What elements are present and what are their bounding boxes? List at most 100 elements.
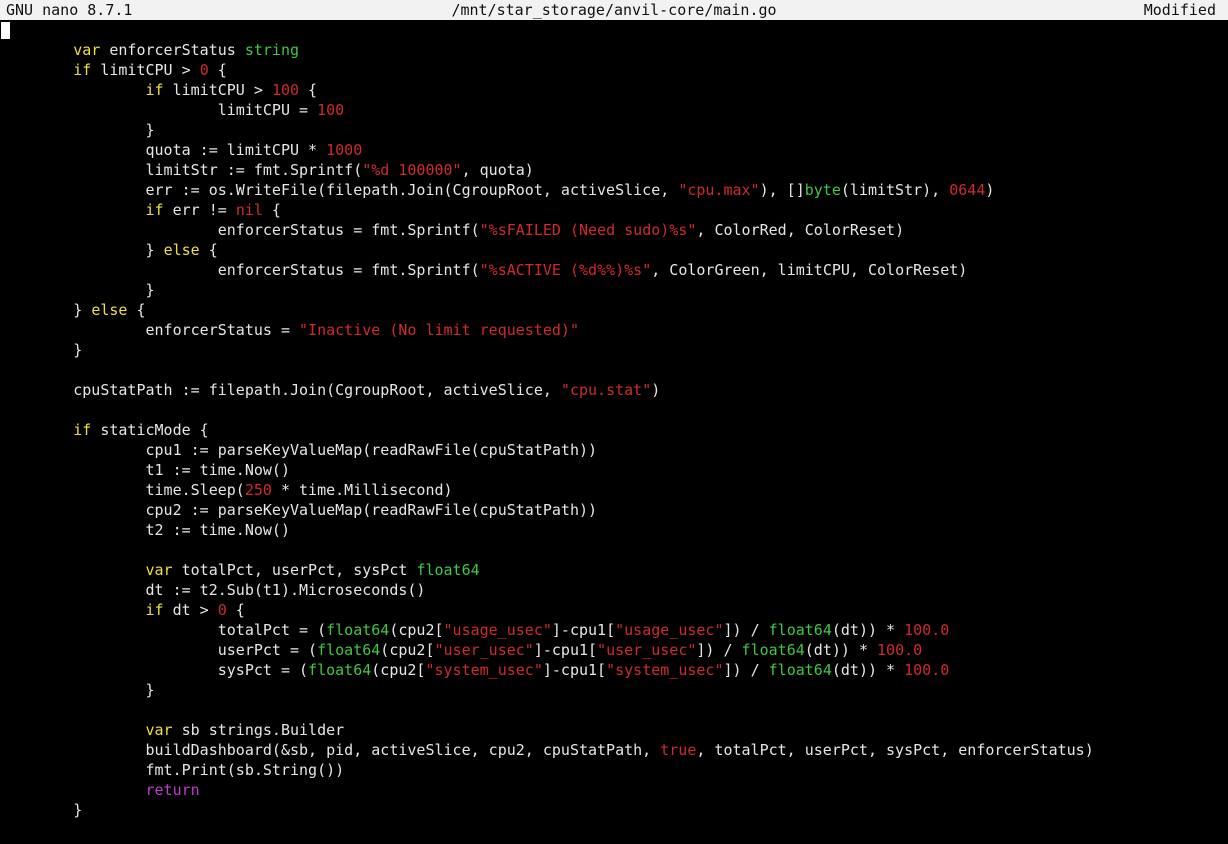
code-token: ]) / [723, 621, 769, 639]
code-token: } [1, 681, 155, 699]
code-token: userPct = ( [1, 641, 318, 659]
code-token: if [73, 421, 92, 439]
code-token: dt := t2.Sub(t1).Microseconds() [1, 581, 426, 599]
code-token: "%sACTIVE (%d%%)%s" [479, 261, 652, 279]
code-line[interactable]: userPct = (float64(cpu2["user_usec"]-cpu… [1, 640, 922, 660]
code-line[interactable]: if err != nil { [1, 200, 281, 220]
code-line[interactable]: } [1, 800, 82, 820]
code-token: enforcerStatus = fmt.Sprintf( [1, 261, 480, 279]
code-token: 100.0 [904, 661, 950, 679]
code-token: "system_usec" [425, 661, 543, 679]
code-line[interactable]: t1 := time.Now() [1, 460, 290, 480]
code-token: "user_usec" [434, 641, 534, 659]
code-token: sysPct = ( [1, 661, 309, 679]
code-token: string [244, 41, 300, 59]
code-line[interactable]: return [1, 780, 200, 800]
code-token: true [660, 741, 697, 759]
code-token: totalPct = ( [1, 621, 327, 639]
code-line[interactable]: var enforcerStatus string [1, 40, 299, 60]
code-line[interactable]: } else { [1, 240, 217, 260]
code-line[interactable]: sysPct = (float64(cpu2["system_usec"]-cp… [1, 660, 950, 680]
code-token: err != [163, 201, 236, 219]
code-line[interactable]: if dt > 0 { [1, 600, 245, 620]
code-line[interactable]: } else { [1, 300, 146, 320]
code-token: (cpu2[ [371, 661, 426, 679]
code-token: , quota) [461, 161, 534, 179]
code-line[interactable]: t2 := time.Now() [1, 520, 290, 540]
code-token: var [73, 41, 101, 59]
code-line[interactable]: } [1, 680, 155, 700]
code-line[interactable]: limitStr := fmt.Sprintf("%d 100000", quo… [1, 160, 534, 180]
code-line[interactable]: limitCPU = 100 [1, 100, 344, 120]
code-line[interactable]: fmt.Print(sb.String()) [1, 760, 344, 780]
code-token: float64 [416, 561, 480, 579]
code-line[interactable]: err := os.WriteFile(filepath.Join(Cgroup… [1, 180, 994, 200]
code-line[interactable]: } [1, 280, 155, 300]
code-token: } [1, 301, 92, 319]
code-line[interactable]: cpuStatPath := filepath.Join(CgroupRoot,… [1, 380, 660, 400]
code-line[interactable]: enforcerStatus = "Inactive (No limit req… [1, 320, 579, 340]
text-cursor [1, 22, 10, 39]
code-token: "usage_usec" [615, 621, 724, 639]
code-token: , ColorRed, ColorReset) [696, 221, 905, 239]
code-token: "cpu.stat" [560, 381, 652, 399]
code-token: 0 [199, 61, 209, 79]
modified-status: Modified [1143, 1, 1216, 19]
code-token: if [73, 61, 92, 79]
code-token: var [145, 561, 173, 579]
code-line[interactable]: time.Sleep(250 * time.Millisecond) [1, 480, 453, 500]
code-token: quota := limitCPU * [1, 141, 327, 159]
code-token: err := os.WriteFile(filepath.Join(Cgroup… [1, 181, 679, 199]
code-token: cpu1 := parseKeyValueMap(readRawFile(cpu… [1, 441, 598, 459]
code-line[interactable]: buildDashboard(&sb, pid, activeSlice, cp… [1, 740, 1094, 760]
code-line[interactable]: if limitCPU > 0 { [1, 60, 227, 80]
code-line[interactable]: cpu2 := parseKeyValueMap(readRawFile(cpu… [1, 500, 597, 520]
code-token: } [1, 281, 155, 299]
code-token: { [127, 301, 146, 319]
code-token: 100.0 [904, 621, 950, 639]
code-line[interactable]: var sb strings.Builder [1, 720, 345, 740]
editor-area[interactable]: var enforcerStatus string if limitCPU > … [0, 20, 1228, 844]
code-token: cpu2 := parseKeyValueMap(readRawFile(cpu… [1, 501, 598, 519]
code-token: "usage_usec" [443, 621, 552, 639]
code-line[interactable]: dt := t2.Sub(t1).Microseconds() [1, 580, 425, 600]
code-token: { [226, 601, 245, 619]
code-token: 1000 [326, 141, 363, 159]
code-token: limitCPU > [91, 61, 200, 79]
code-token: , ColorGreen, limitCPU, ColorReset) [651, 261, 968, 279]
code-token: time.Sleep( [1, 481, 245, 499]
code-token: { [208, 61, 227, 79]
code-line[interactable]: enforcerStatus = fmt.Sprintf("%sACTIVE (… [1, 260, 968, 280]
code-token: "cpu.max" [678, 181, 760, 199]
code-token: , totalPct, userPct, sysPct, enforcerSta… [696, 741, 1094, 759]
code-token: float64 [741, 641, 805, 659]
code-token: float64 [326, 621, 390, 639]
code-token: if [145, 81, 164, 99]
code-line[interactable]: } [1, 340, 82, 360]
code-token: float64 [768, 621, 832, 639]
code-token: 250 [244, 481, 272, 499]
code-token: 100 [317, 101, 345, 119]
file-path: /mnt/star_storage/anvil-core/main.go [451, 1, 777, 19]
code-token: (cpu2[ [380, 641, 435, 659]
code-token: (limitStr), [840, 181, 950, 199]
code-token: (dt)) * [804, 641, 878, 659]
code-token: buildDashboard(&sb, pid, activeSlice, cp… [1, 741, 661, 759]
code-token: nil [235, 201, 263, 219]
code-line[interactable]: enforcerStatus = fmt.Sprintf("%sFAILED (… [1, 220, 904, 240]
code-token: enforcerStatus [100, 41, 245, 59]
code-line[interactable]: totalPct = (float64(cpu2["usage_usec"]-c… [1, 620, 950, 640]
code-line[interactable]: quota := limitCPU * 1000 [1, 140, 362, 160]
code-token: 100 [271, 81, 300, 99]
code-line[interactable]: if staticMode { [1, 420, 208, 440]
code-line[interactable]: cpu1 := parseKeyValueMap(readRawFile(cpu… [1, 440, 597, 460]
code-token: * time.Millisecond) [271, 481, 453, 499]
code-line[interactable]: if limitCPU > 100 { [1, 80, 318, 100]
code-line[interactable]: } [1, 120, 154, 140]
code-line[interactable]: var totalPct, userPct, sysPct float64 [1, 560, 480, 580]
